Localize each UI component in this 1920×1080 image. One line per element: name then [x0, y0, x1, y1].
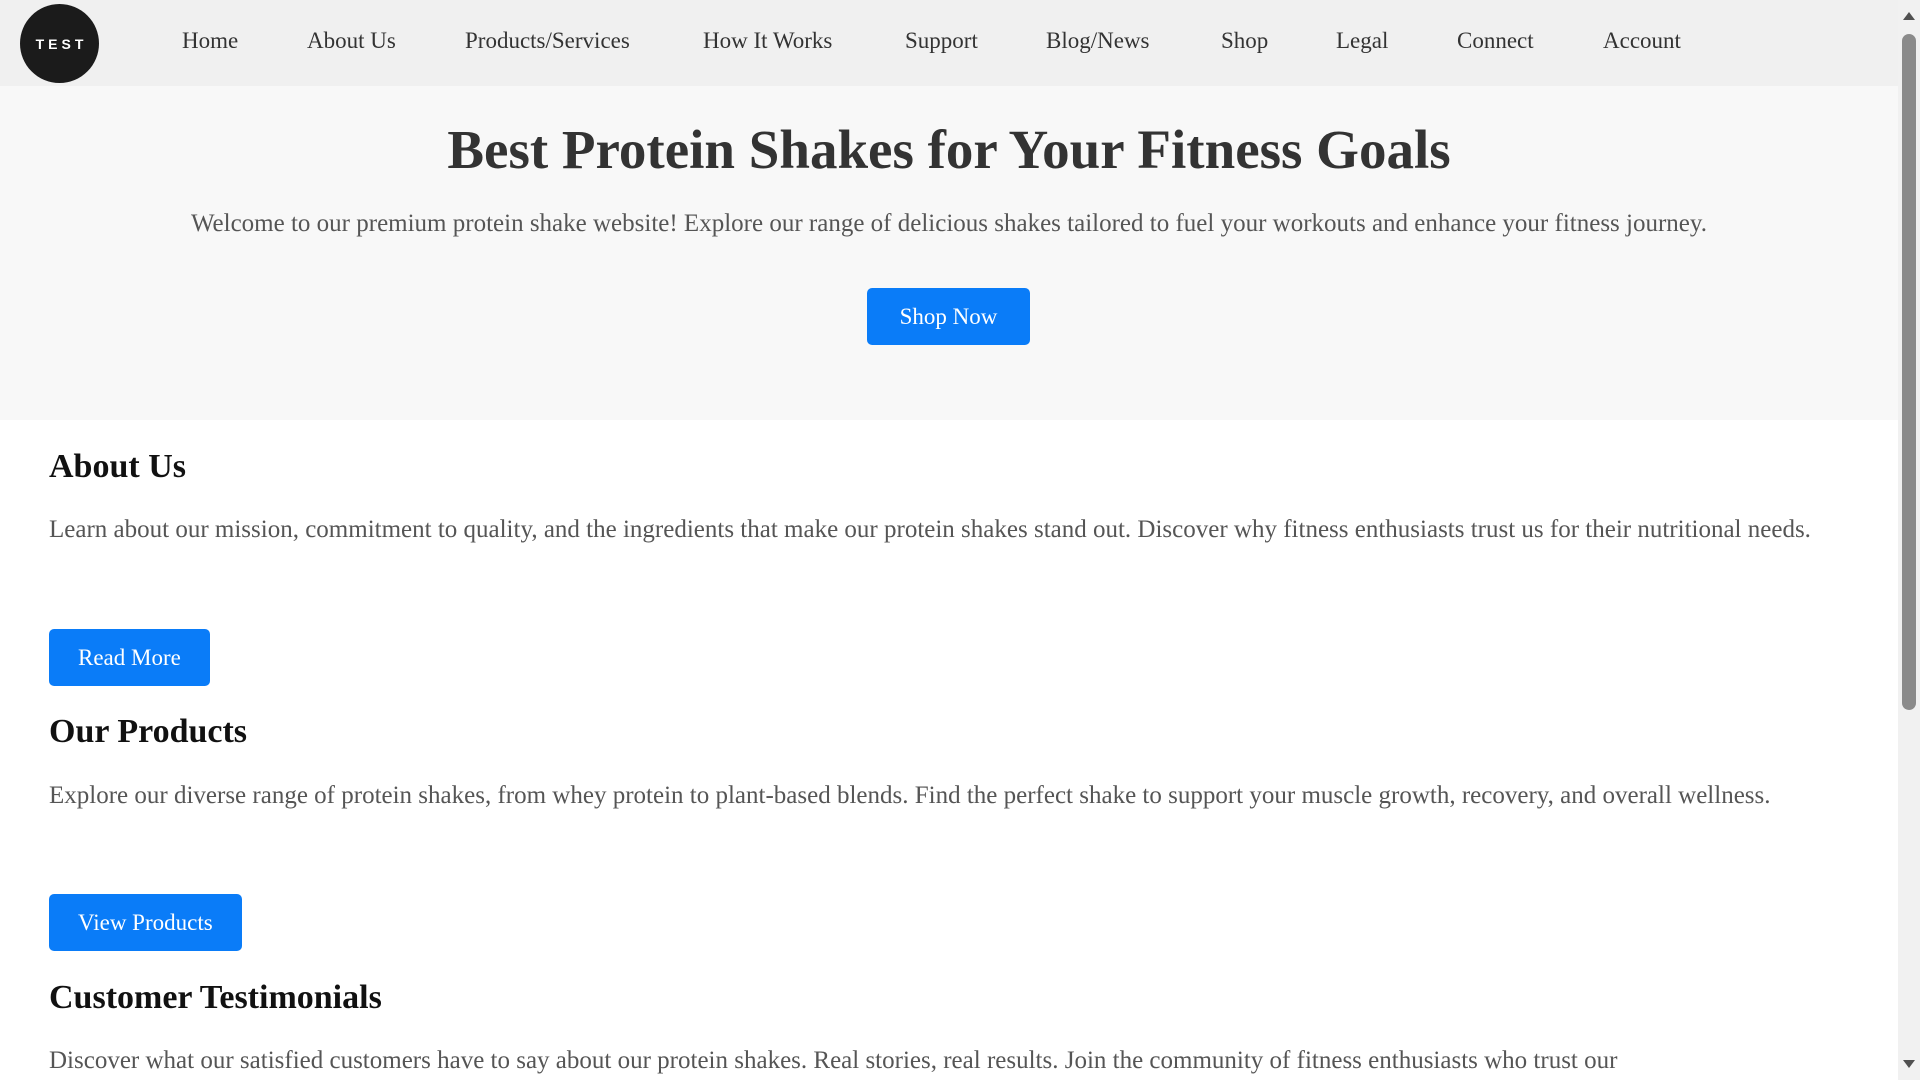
site-header: TEST Home About Us Products/Services How…: [0, 0, 1898, 86]
nav-item-products-services[interactable]: Products/Services: [465, 28, 630, 54]
main-nav: Home About Us Products/Services How It W…: [0, 0, 1898, 86]
nav-item-home[interactable]: Home: [182, 28, 238, 54]
nav-item-support[interactable]: Support: [905, 28, 978, 54]
section-heading: Our Products: [49, 713, 248, 750]
customer-testimonials-section: Customer Testimonials Discover what our …: [49, 979, 1869, 1080]
scroll-up-icon[interactable]: [1903, 12, 1915, 20]
our-products-section: Our Products Explore our diverse range o…: [49, 713, 1869, 953]
hero-description: Welcome to our premium protein shake web…: [190, 210, 1708, 237]
read-more-button[interactable]: Read More: [49, 629, 210, 686]
scrollbar-thumb[interactable]: [1902, 34, 1916, 710]
section-heading: About Us: [49, 448, 186, 485]
nav-item-connect[interactable]: Connect: [1457, 28, 1534, 54]
vertical-scrollbar[interactable]: [1898, 0, 1920, 1080]
section-text: Discover what our satisfied customers ha…: [49, 1047, 1618, 1074]
view-products-button[interactable]: View Products: [49, 894, 242, 951]
hero-section: Best Protein Shakes for Your Fitness Goa…: [0, 86, 1898, 420]
nav-item-shop[interactable]: Shop: [1221, 28, 1268, 54]
nav-item-account[interactable]: Account: [1603, 28, 1681, 54]
shop-now-button[interactable]: Shop Now: [867, 288, 1030, 345]
nav-item-legal[interactable]: Legal: [1336, 28, 1388, 54]
hero-title: Best Protein Shakes for Your Fitness Goa…: [447, 119, 1451, 180]
nav-item-blog-news[interactable]: Blog/News: [1046, 28, 1150, 54]
nav-item-about-us[interactable]: About Us: [307, 28, 396, 54]
section-text: Explore our diverse range of protein sha…: [49, 782, 1771, 809]
scroll-down-icon[interactable]: [1903, 1060, 1915, 1068]
section-text: Learn about our mission, commitment to q…: [49, 516, 1811, 543]
about-us-section: About Us Learn about our mission, commit…: [49, 448, 1869, 688]
section-heading: Customer Testimonials: [49, 979, 382, 1016]
page-content: TEST Home About Us Products/Services How…: [0, 0, 1898, 1080]
nav-item-how-it-works[interactable]: How It Works: [703, 28, 832, 54]
page: TEST Home About Us Products/Services How…: [0, 0, 1920, 1080]
